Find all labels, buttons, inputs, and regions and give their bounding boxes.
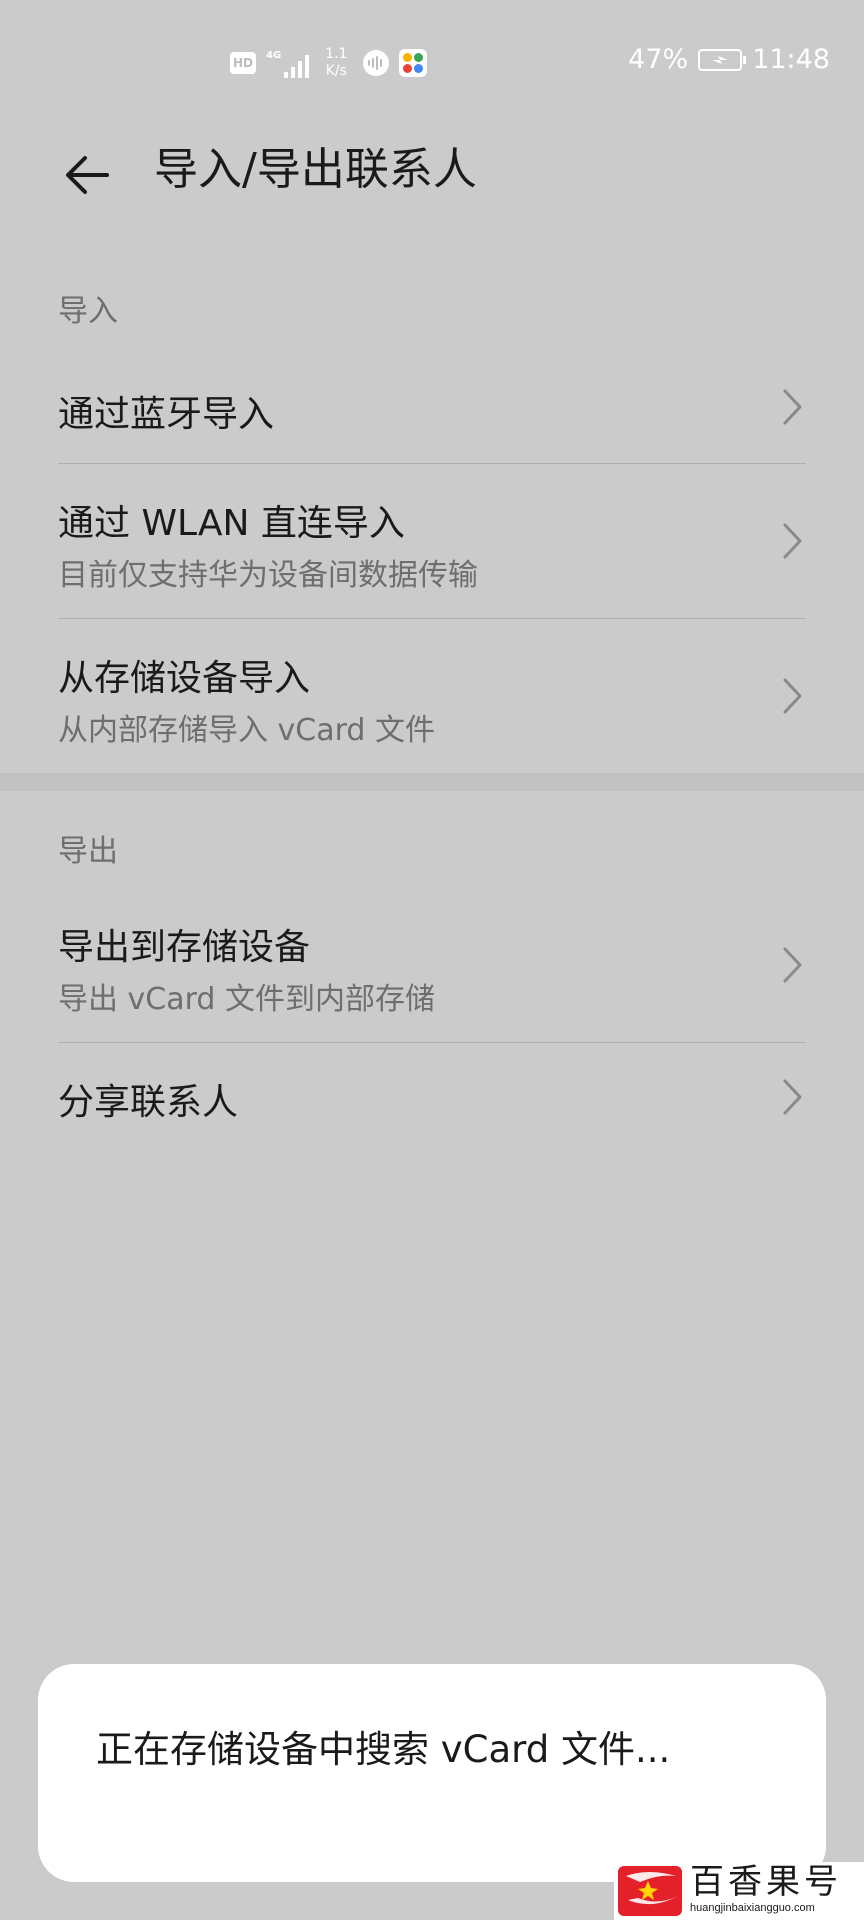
hd-icon: HD bbox=[230, 52, 256, 74]
section-separator bbox=[0, 773, 864, 791]
page-title: 导入/导出联系人 bbox=[154, 144, 477, 195]
item-subtitle: 导出 vCard 文件到内部存储 bbox=[58, 982, 436, 1017]
watermark: 百香果号 huangjinbaixiangguo.com bbox=[614, 1862, 864, 1920]
watermark-name: 百香果号 bbox=[690, 1862, 842, 1902]
network-speed-value: 1.1 bbox=[325, 46, 348, 62]
item-title: 分享联系人 bbox=[58, 1082, 239, 1123]
section-header-export: 导出 bbox=[58, 834, 118, 869]
chevron-right-icon bbox=[783, 947, 802, 983]
app-bar: 导入/导出联系人 bbox=[0, 130, 864, 240]
status-icons: HD 4G 1.1 K/s bbox=[230, 45, 428, 81]
item-title: 导出到存储设备 bbox=[58, 927, 311, 968]
network-type: 4G bbox=[266, 50, 282, 61]
battery-charging-icon bbox=[698, 48, 747, 71]
progress-dialog: 正在存储设备中搜索 vCard 文件... bbox=[38, 1664, 826, 1882]
item-subtitle: 从内部存储导入 vCard 文件 bbox=[58, 713, 436, 748]
item-title: 从存储设备导入 bbox=[58, 658, 311, 699]
watermark-url: huangjinbaixiangguo.com bbox=[690, 1902, 815, 1914]
signal-icon: 4G bbox=[266, 48, 310, 78]
chevron-right-icon bbox=[783, 678, 802, 714]
section-header-import: 导入 bbox=[58, 294, 118, 329]
back-button[interactable] bbox=[52, 140, 122, 210]
share-contacts[interactable]: 分享联系人 bbox=[0, 1043, 864, 1155]
import-from-storage[interactable]: 从存储设备导入 从内部存储导入 vCard 文件 bbox=[0, 619, 864, 773]
status-right: 47% 11:48 bbox=[628, 44, 830, 75]
item-title: 通过 WLAN 直连导入 bbox=[58, 503, 405, 544]
chevron-right-icon bbox=[783, 389, 802, 425]
chevron-right-icon bbox=[783, 523, 802, 559]
app-notification-icon bbox=[399, 49, 428, 77]
clock: 11:48 bbox=[752, 44, 830, 75]
import-via-wlan-direct[interactable]: 通过 WLAN 直连导入 目前仅支持华为设备间数据传输 bbox=[0, 464, 864, 618]
voice-assistant-icon bbox=[363, 50, 390, 76]
arrow-left-icon bbox=[66, 156, 109, 194]
export-to-storage[interactable]: 导出到存储设备 导出 vCard 文件到内部存储 bbox=[0, 888, 864, 1042]
network-speed: 1.1 K/s bbox=[325, 46, 347, 80]
item-subtitle: 目前仅支持华为设备间数据传输 bbox=[58, 558, 478, 593]
import-via-bluetooth[interactable]: 通过蓝牙导入 bbox=[0, 355, 864, 463]
network-speed-unit: K/s bbox=[325, 63, 347, 79]
status-bar: HD 4G 1.1 K/s 47% 11:48 bbox=[0, 0, 864, 130]
dialog-message: 正在存储设备中搜索 vCard 文件... bbox=[96, 1728, 671, 1771]
battery-percent: 47% bbox=[628, 44, 689, 75]
item-title: 通过蓝牙导入 bbox=[58, 394, 275, 435]
chevron-right-icon bbox=[783, 1079, 802, 1115]
watermark-logo bbox=[618, 1866, 682, 1916]
